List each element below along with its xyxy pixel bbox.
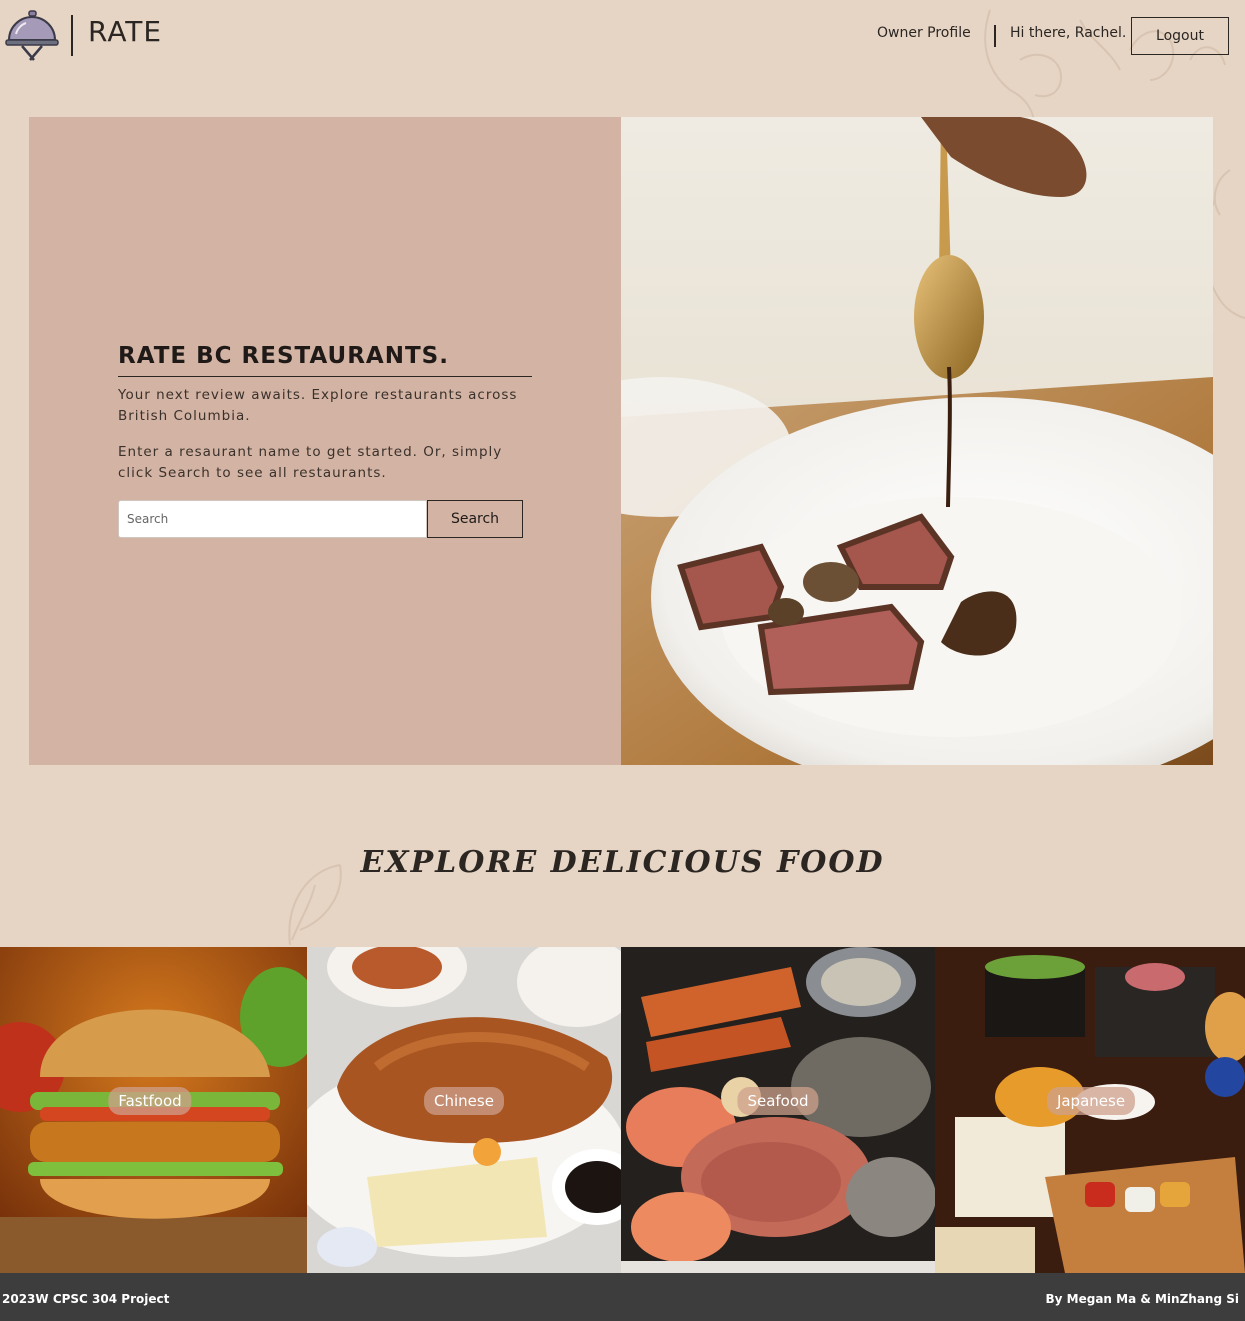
owner-profile-link[interactable]: Owner Profile xyxy=(877,25,971,41)
hero-panel: RATE BC RESTAURANTS. Your next review aw… xyxy=(29,117,621,765)
category-tile-seafood[interactable]: Seafood xyxy=(621,947,935,1273)
category-tile-japanese[interactable]: Japanese xyxy=(935,947,1245,1273)
hero-title: RATE BC RESTAURANTS. xyxy=(118,343,449,369)
search-input[interactable] xyxy=(118,500,427,538)
hero-intro-text: Your next review awaits. Explore restaur… xyxy=(118,387,518,424)
logout-button[interactable]: Logout xyxy=(1131,17,1229,55)
cloche-icon[interactable] xyxy=(4,8,60,64)
site-footer: 2023W CPSC 304 Project By Megan Ma & Min… xyxy=(0,1273,1245,1321)
category-tile-chinese[interactable]: Chinese xyxy=(307,947,621,1273)
footer-authors-text: By Megan Ma & MinZhang Si xyxy=(1045,1292,1240,1306)
hero-instructions-text: Enter a resaurant name to get started. O… xyxy=(118,444,503,481)
category-label: Japanese xyxy=(1046,1087,1136,1115)
user-greeting: Hi there, Rachel. xyxy=(1010,25,1127,41)
logo-divider xyxy=(71,15,73,56)
category-label: Chinese xyxy=(424,1087,504,1115)
site-header: RATE Owner Profile Hi there, Rachel. Log… xyxy=(0,0,1245,70)
hero-food-photo xyxy=(621,117,1213,765)
category-tile-fastfood[interactable]: Fastfood xyxy=(0,947,307,1273)
nav-divider xyxy=(994,25,996,47)
category-tiles: Fastfood Chinese Seafood Japanese xyxy=(0,947,1245,1273)
category-label: Seafood xyxy=(737,1087,819,1115)
search-button[interactable]: Search xyxy=(427,500,523,538)
brand-name[interactable]: RATE xyxy=(88,15,162,48)
category-label: Fastfood xyxy=(108,1087,192,1115)
explore-section-title: EXPLORE DELICIOUS FOOD xyxy=(360,845,885,880)
footer-project-text: 2023W CPSC 304 Project xyxy=(2,1292,170,1306)
hero-title-underline xyxy=(118,376,532,377)
